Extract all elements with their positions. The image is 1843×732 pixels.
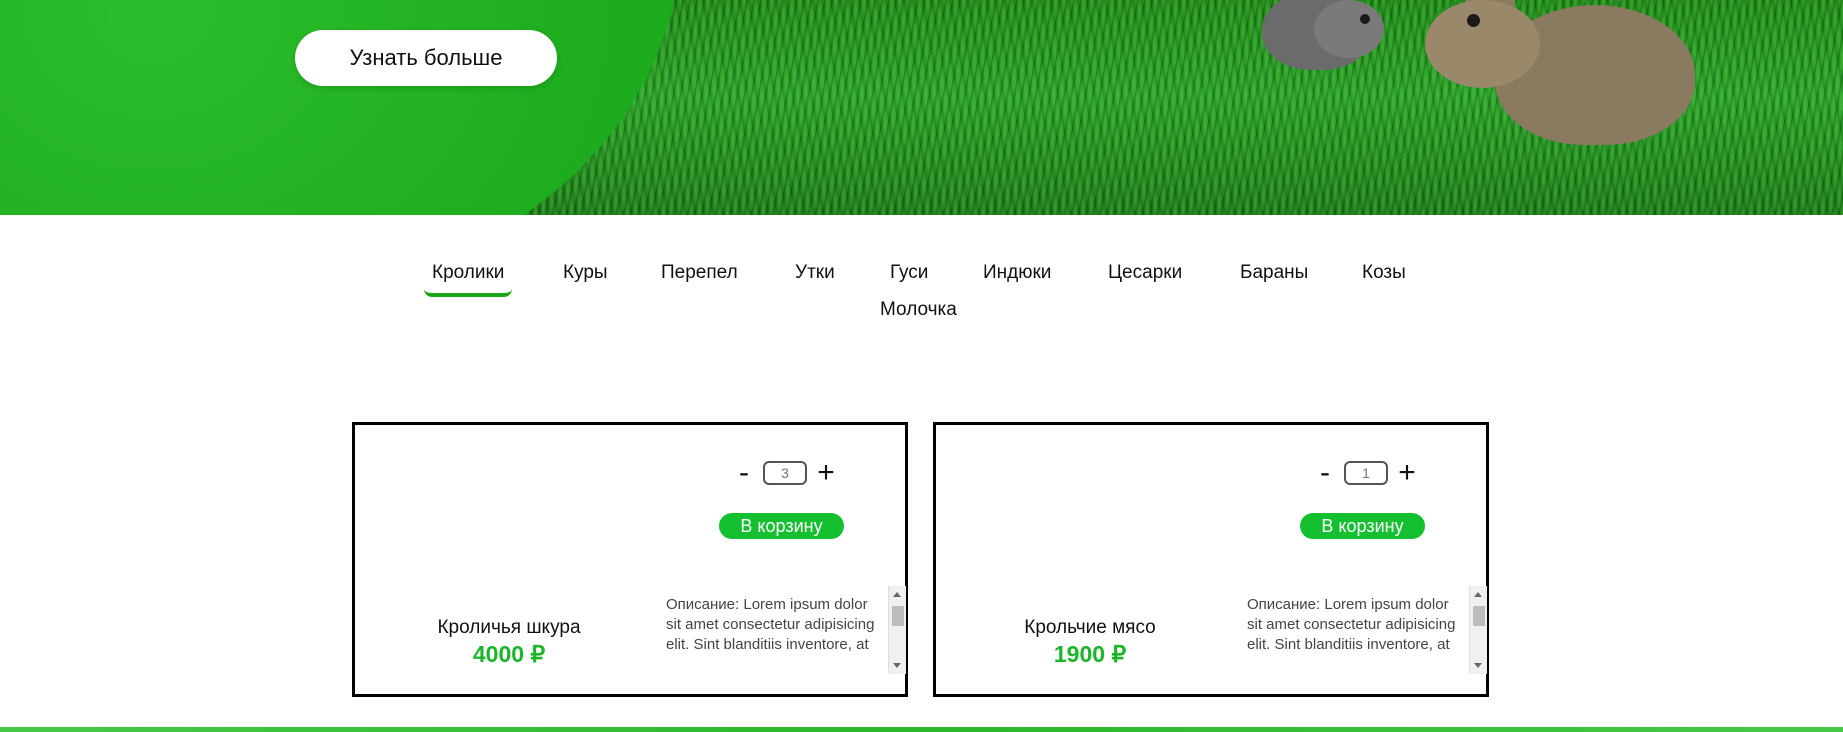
description-scrollbar[interactable] <box>1469 586 1487 674</box>
gray-rabbit-image <box>1262 0 1384 70</box>
decrease-quantity-button[interactable]: - <box>731 458 757 488</box>
nav-item-rabbits[interactable]: Кролики <box>423 262 513 297</box>
add-to-cart-button[interactable]: В корзину <box>719 513 844 539</box>
scroll-down-arrow-icon[interactable] <box>1474 663 1482 668</box>
nav-item-geese[interactable]: Гуси <box>890 262 928 284</box>
footer-accent-stripe <box>0 727 1843 732</box>
scroll-thumb[interactable] <box>1473 606 1485 626</box>
nav-item-guinea-fowl[interactable]: Цесарки <box>1108 262 1182 284</box>
brown-rabbit-image <box>1415 0 1695 150</box>
increase-quantity-button[interactable]: + <box>813 458 839 488</box>
add-to-cart-button[interactable]: В корзину <box>1300 513 1425 539</box>
learn-more-button[interactable]: Узнать больше <box>295 30 557 86</box>
product-title: Кроличья шкура <box>437 617 581 638</box>
page: Узнать больше Кролики Куры Перепел Утки … <box>0 0 1843 732</box>
product-price: 1900 ₽ <box>1053 641 1127 667</box>
product-description: Описание: Lorem ipsum dolor sit amet con… <box>1247 596 1456 653</box>
nav-item-goats[interactable]: Козы <box>1362 262 1406 284</box>
product-card: - + В корзину Крольчие мясо 1900 ₽ Описа… <box>933 422 1489 697</box>
product-description: Описание: Lorem ipsum dolor sit amet con… <box>666 596 875 653</box>
description-scrollbar[interactable] <box>888 586 906 674</box>
scroll-thumb[interactable] <box>892 606 904 626</box>
nav-item-quail[interactable]: Перепел <box>661 262 738 284</box>
quantity-stepper: - + <box>1312 458 1420 488</box>
scroll-down-arrow-icon[interactable] <box>893 663 901 668</box>
scroll-up-arrow-icon[interactable] <box>893 592 901 597</box>
hero-banner: Узнать больше <box>0 0 1843 215</box>
nav-item-turkeys[interactable]: Индюки <box>983 262 1051 284</box>
product-card: - + В корзину Кроличья шкура 4000 ₽ Опис… <box>352 422 908 697</box>
nav-item-chickens[interactable]: Куры <box>563 262 608 284</box>
quantity-stepper: - + <box>731 458 839 488</box>
nav-item-rams[interactable]: Бараны <box>1240 262 1308 284</box>
quantity-input[interactable] <box>1344 461 1388 485</box>
product-price: 4000 ₽ <box>472 641 546 667</box>
nav-item-dairy[interactable]: Молочка <box>880 299 957 321</box>
scroll-up-arrow-icon[interactable] <box>1474 592 1482 597</box>
nav-item-ducks[interactable]: Утки <box>795 262 835 284</box>
decrease-quantity-button[interactable]: - <box>1312 458 1338 488</box>
increase-quantity-button[interactable]: + <box>1394 458 1420 488</box>
product-title: Крольчие мясо <box>1024 617 1156 638</box>
quantity-input[interactable] <box>763 461 807 485</box>
